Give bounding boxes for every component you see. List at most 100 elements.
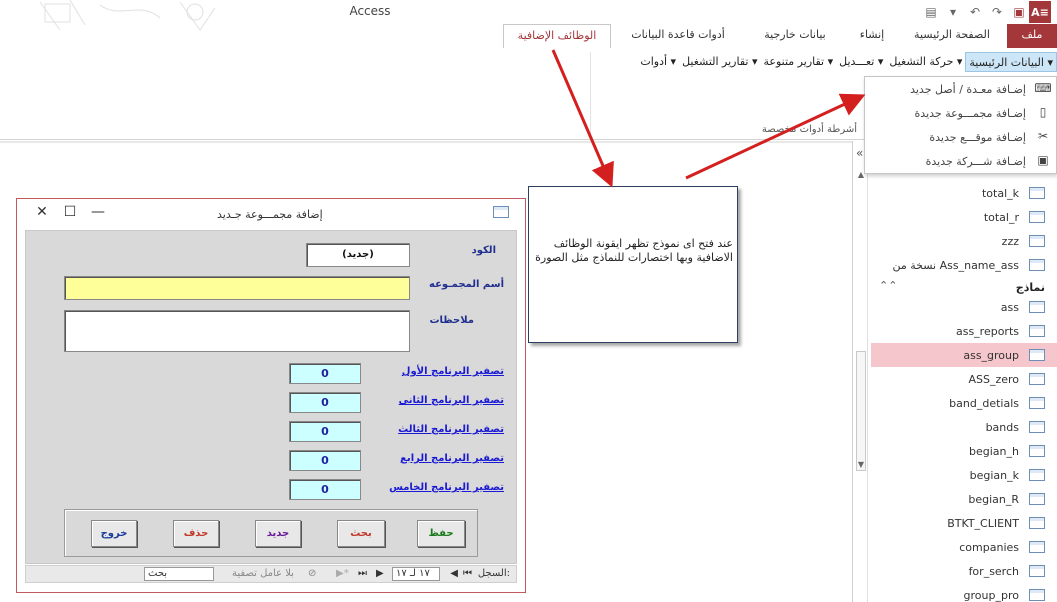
master-data-dropdown: ⌨ إضـافة معـدة / أصل جديد ▯ إضـافة مجمــ… bbox=[864, 76, 1057, 174]
exit-button[interactable]: خروج bbox=[91, 520, 137, 547]
notes-label: ملاحظات bbox=[429, 315, 474, 326]
save-button[interactable]: حفظ bbox=[417, 520, 465, 547]
scroll-down-icon[interactable]: ▼ bbox=[855, 460, 867, 472]
record-navigation-bar: السجل: ⏮ ◀ ١٧ لـ ١٧ ▶ ⏭ ▶* ⊘ بلا عامل تص… bbox=[25, 565, 517, 583]
reset-program-3-value[interactable]: 0 bbox=[289, 421, 361, 442]
new-button[interactable]: جديد bbox=[255, 520, 301, 547]
dropdown-item-add-company[interactable]: ▣ إضـافة شـــركة جديدة bbox=[865, 149, 1056, 173]
form-header: ✕ ☐ — إضافة مجمـــوعة جـديد bbox=[17, 199, 525, 229]
nav-item-zzz[interactable]: zzz bbox=[871, 229, 1057, 253]
reset-program-5-value[interactable]: 0 bbox=[289, 479, 361, 500]
new-record-icon[interactable]: ▶* bbox=[336, 568, 349, 579]
redo-icon[interactable]: ↷ bbox=[987, 2, 1007, 22]
nav-item-total-r[interactable]: total_r bbox=[871, 205, 1057, 229]
ribbon-tabs: ملف الصفحة الرئيسية إنشاء بيانات خارجية … bbox=[0, 24, 1057, 49]
ribbon-group-label: أشرطة أدوات مخصصة bbox=[761, 124, 857, 135]
form-icon bbox=[1029, 541, 1045, 553]
search-button[interactable]: بحث bbox=[337, 520, 385, 547]
nav-item-companies[interactable]: companies bbox=[871, 535, 1057, 559]
record-search-input[interactable]: بحث bbox=[144, 567, 214, 581]
nav-item-begian-h[interactable]: begian_h bbox=[871, 439, 1057, 463]
navigation-pane: total_k total_r zzz نسخة من Ass_name_ass… bbox=[852, 141, 1057, 602]
menu-operations[interactable]: حركة التشغيل ▾ bbox=[886, 52, 965, 72]
nav-item-total-k[interactable]: total_k bbox=[871, 181, 1057, 205]
nav-item-ass[interactable]: ass bbox=[871, 295, 1057, 319]
query-icon bbox=[1029, 235, 1045, 247]
form-icon bbox=[1029, 349, 1045, 361]
delete-button[interactable]: حذف bbox=[173, 520, 219, 547]
add-group-form-window: ✕ ☐ — إضافة مجمـــوعة جـديد الكود (جديد)… bbox=[16, 198, 526, 593]
form-title: إضافة مجمـــوعة جـديد bbox=[217, 208, 323, 221]
nav-item-band-detials[interactable]: band_detials bbox=[871, 391, 1057, 415]
scrollbar-thumb[interactable] bbox=[856, 351, 866, 471]
form-icon bbox=[1029, 469, 1045, 481]
code-field[interactable]: (جديد) bbox=[306, 243, 410, 267]
undo-icon[interactable]: ↶ bbox=[965, 2, 985, 22]
save-icon[interactable]: ▣ bbox=[1009, 2, 1029, 22]
maximize-icon[interactable]: ☐ bbox=[61, 204, 79, 220]
dropdown-item-add-site[interactable]: ✂ إضـافة موقـــع جديدة bbox=[865, 125, 1056, 149]
annotation-text: عند فتح اى نموذج تظهر ايقونة الوظائف الا… bbox=[535, 237, 733, 264]
form-icon bbox=[1029, 397, 1045, 409]
nav-item-ass-reports[interactable]: ass_reports bbox=[871, 319, 1057, 343]
record-label: السجل: bbox=[477, 568, 510, 579]
nav-item-ass-name-copy[interactable]: نسخة من Ass_name_ass bbox=[871, 253, 1057, 277]
menu-edit[interactable]: تعـــديل ▾ bbox=[836, 52, 886, 72]
menu-misc-reports[interactable]: تقارير متنوعة ▾ bbox=[761, 52, 837, 72]
reset-program-4-value[interactable]: 0 bbox=[289, 450, 361, 471]
group-name-label: أسم المجمـوعه bbox=[429, 279, 504, 290]
form-icon bbox=[1029, 373, 1045, 385]
next-record-icon[interactable]: ▶ bbox=[376, 568, 384, 579]
first-record-icon[interactable]: ⏮ bbox=[463, 568, 472, 579]
camera-icon: ▣ bbox=[1037, 153, 1049, 167]
reset-program-1-value[interactable]: 0 bbox=[289, 363, 361, 384]
nav-item-begian-r[interactable]: begian_R bbox=[871, 487, 1057, 511]
minimize-icon[interactable]: — bbox=[89, 204, 107, 220]
quick-access-toolbar: A≡ ▣ ↷ ↶ ▾ ▤ bbox=[919, 0, 1057, 24]
tab-file[interactable]: ملف bbox=[1007, 24, 1057, 48]
window-title: Access bbox=[349, 4, 391, 18]
notes-input[interactable] bbox=[64, 310, 410, 352]
nav-item-for-serch[interactable]: for_serch bbox=[871, 559, 1057, 583]
keyboard-icon: ⌨ bbox=[1034, 81, 1052, 95]
nav-item-begian-k[interactable]: begian_k bbox=[871, 463, 1057, 487]
nav-item-group-pro[interactable]: group_pro bbox=[871, 583, 1057, 602]
nav-pane-close-icon[interactable]: « bbox=[856, 146, 863, 160]
no-filter-label: بلا عامل تصفية bbox=[232, 568, 294, 579]
reset-program-2-link[interactable]: تصفير البرنامج الثانى bbox=[399, 395, 504, 406]
group-name-input[interactable] bbox=[64, 276, 410, 300]
work-area-top-edge bbox=[0, 141, 852, 143]
reset-program-5-link[interactable]: تصفير البرنامج الخامس bbox=[389, 482, 504, 493]
dropdown-item-add-group[interactable]: ▯ إضـافة مجمـــوعة جديدة bbox=[865, 101, 1056, 125]
menu-tools[interactable]: أدوات ▾ bbox=[637, 52, 679, 72]
tab-external-data[interactable]: بيانات خارجية bbox=[745, 24, 845, 48]
query-icon bbox=[1029, 211, 1045, 223]
reset-program-1-link[interactable]: تصفير البرنامج الأول bbox=[402, 366, 504, 377]
nav-item-ass-group[interactable]: ass_group bbox=[871, 343, 1057, 367]
reset-program-3-link[interactable]: تصفير البرنامج الثالث bbox=[398, 424, 504, 435]
last-record-icon[interactable]: ⏭ bbox=[358, 568, 367, 579]
tab-database-tools[interactable]: أدوات قاعدة البيانات bbox=[613, 24, 743, 48]
menu-operation-reports[interactable]: تقارير التشغيل ▾ bbox=[679, 52, 760, 72]
close-icon[interactable]: ✕ bbox=[33, 204, 51, 220]
record-position-input[interactable]: ١٧ لـ ١٧ bbox=[392, 567, 440, 581]
menu-master-data[interactable]: البيانات الرئيسية ▾ bbox=[965, 52, 1057, 72]
reset-program-2-value[interactable]: 0 bbox=[289, 392, 361, 413]
tab-create[interactable]: إنشاء bbox=[847, 24, 897, 48]
nav-item-bands[interactable]: bands bbox=[871, 415, 1057, 439]
nav-item-btkt-client[interactable]: BTKT_CLIENT bbox=[871, 511, 1057, 535]
query-icon bbox=[1029, 259, 1045, 271]
customize-qat-icon[interactable]: ▾ bbox=[943, 2, 963, 22]
nav-item-ass-zero[interactable]: ASS_zero bbox=[871, 367, 1057, 391]
nav-scrollbar[interactable]: ▲ ▼ bbox=[854, 166, 868, 602]
reset-program-4-link[interactable]: تصفير البرنامج الرابع bbox=[400, 453, 504, 464]
tab-home[interactable]: الصفحة الرئيسية bbox=[899, 24, 1005, 48]
form-body: الكود (جديد) أسم المجمـوعه ملاحظات تصفير… bbox=[25, 230, 517, 564]
collapse-icon[interactable]: ⌃⌃ bbox=[879, 279, 897, 292]
form-view-icon[interactable]: ▤ bbox=[921, 2, 941, 22]
previous-record-icon[interactable]: ◀ bbox=[450, 568, 458, 579]
no-filter-icon[interactable]: ⊘ bbox=[308, 568, 316, 579]
tab-addins[interactable]: الوظائف الإضافية bbox=[503, 24, 611, 49]
form-icon bbox=[1029, 325, 1045, 337]
dropdown-item-add-asset[interactable]: ⌨ إضـافة معـدة / أصل جديد bbox=[865, 77, 1056, 101]
